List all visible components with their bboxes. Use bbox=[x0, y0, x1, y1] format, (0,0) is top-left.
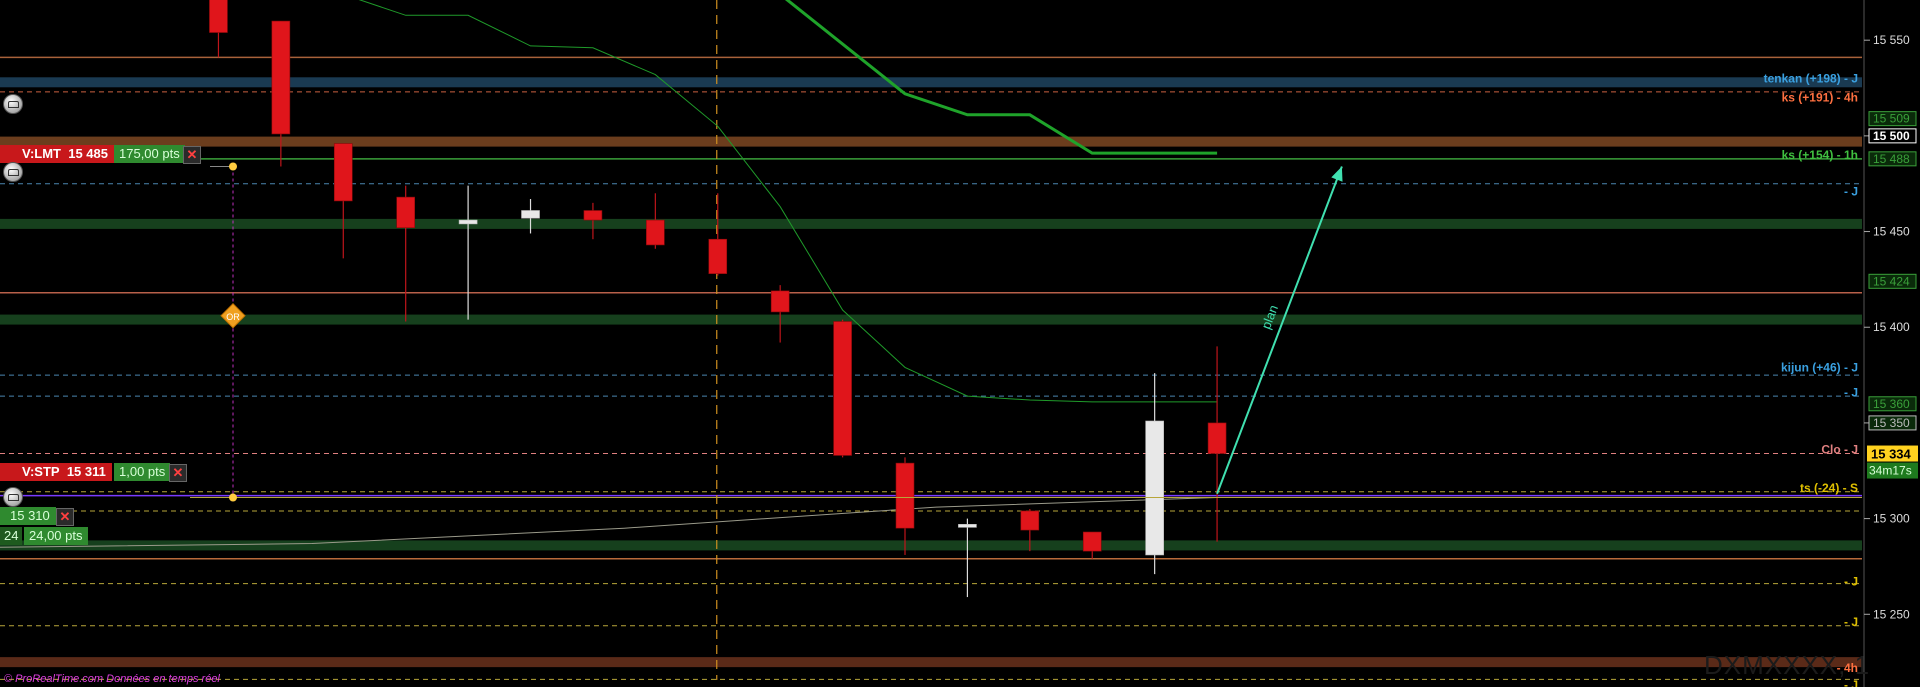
stop-order-points: 1,00 pts bbox=[114, 463, 171, 481]
level-label: tenkan (+198) - J bbox=[1764, 71, 1858, 85]
plan-arrow-label: plan bbox=[1258, 303, 1281, 331]
limit-order-tag[interactable]: V:LMT 15 485 bbox=[0, 145, 114, 163]
candle-body[interactable] bbox=[833, 321, 852, 456]
footer-copyright: © ProRealTime.com Données en temps réel bbox=[4, 673, 220, 685]
axis-price-box-label: 15 360 bbox=[1873, 397, 1910, 411]
limit-order-points: 175,00 pts bbox=[114, 145, 185, 163]
price-chart[interactable]: plan OR tenkan (+198) - J ks (+191) - 4h k… bbox=[0, 0, 1920, 687]
plan-arrow-head bbox=[1331, 166, 1343, 182]
right-labels: tenkan (+198) - J ks (+191) - 4h ks (+154)… bbox=[1764, 71, 1858, 687]
y-axis-tick-label: 15 450 bbox=[1873, 225, 1910, 239]
candle-body[interactable] bbox=[1082, 531, 1102, 552]
y-axis-tick-label: 15 300 bbox=[1873, 512, 1910, 526]
position-price[interactable]: 15 310 bbox=[0, 507, 56, 525]
candle-body[interactable] bbox=[770, 290, 790, 313]
or-marker-label: OR bbox=[226, 312, 240, 322]
stop-order-cancel-button[interactable]: ✕ bbox=[169, 464, 187, 482]
candle-body[interactable] bbox=[895, 462, 915, 529]
plan-arrow-line[interactable] bbox=[1216, 166, 1343, 495]
axis-price-box-label: 15 424 bbox=[1873, 274, 1910, 288]
axis-price-box-label: 15 488 bbox=[1873, 152, 1910, 166]
alert-bell-icon[interactable] bbox=[3, 94, 23, 114]
level-label: - J bbox=[1844, 385, 1858, 399]
candle-body[interactable] bbox=[209, 0, 228, 33]
stop-order-tag[interactable]: V:STP 15 311 bbox=[0, 463, 112, 481]
axis-price-box-label: 15 509 bbox=[1873, 112, 1910, 126]
level-label: ks (+154) - 1h bbox=[1782, 148, 1858, 162]
y-axis-tick-label: 15 550 bbox=[1873, 33, 1910, 47]
instrument-watermark: DXMXXXX, 1 bbox=[1704, 650, 1871, 680]
limit-order-anchor[interactable] bbox=[229, 162, 237, 171]
limit-order-price: 15 485 bbox=[68, 146, 108, 161]
level-label: ts (-24) - S bbox=[1800, 481, 1858, 495]
candle-body[interactable] bbox=[1145, 420, 1164, 556]
price-band bbox=[0, 218, 1862, 229]
candle-body[interactable] bbox=[1020, 510, 1040, 531]
position-points: 24,00 pts bbox=[24, 527, 88, 545]
candle-body[interactable] bbox=[271, 20, 291, 135]
candle-body[interactable] bbox=[521, 210, 540, 219]
horizontal-lines bbox=[0, 56, 1862, 680]
axis-price-box-label: 15 350 bbox=[1873, 416, 1910, 430]
candlesticks bbox=[209, 0, 1227, 598]
level-label: kijun (+46) - J bbox=[1781, 360, 1858, 374]
level-label: - J bbox=[1844, 615, 1858, 629]
alert-bell-icon[interactable] bbox=[3, 487, 23, 507]
horizontal-bands bbox=[0, 77, 1862, 668]
candle-body[interactable] bbox=[958, 524, 977, 528]
price-band bbox=[0, 657, 1862, 668]
price-band bbox=[0, 314, 1862, 325]
position-close-button[interactable]: ✕ bbox=[56, 508, 74, 526]
level-label: Clo - J bbox=[1821, 443, 1858, 457]
level-label: - J bbox=[1844, 575, 1858, 589]
price-axis: 15 550 15 500 15 450 15 400 15 350 15 300 15 2… bbox=[1863, 0, 1920, 687]
candle-body[interactable] bbox=[708, 238, 728, 274]
countdown-timer-label: 34m17s bbox=[1869, 464, 1912, 478]
y-axis-tick-label: 15 250 bbox=[1873, 607, 1910, 621]
stop-order-anchor[interactable] bbox=[229, 493, 237, 502]
position-quantity: 24 bbox=[0, 527, 23, 545]
stop-order-label: V:STP bbox=[22, 464, 60, 479]
price-band bbox=[0, 136, 1862, 147]
price-band bbox=[0, 540, 1862, 551]
order-lines: OR bbox=[190, 162, 1862, 502]
price-axis-background bbox=[1864, 0, 1920, 687]
candle-body[interactable] bbox=[646, 219, 665, 246]
y-axis-tick-label: 15 400 bbox=[1873, 320, 1910, 334]
current-price-label: 15 334 bbox=[1871, 447, 1912, 462]
level-label: - J bbox=[1844, 184, 1858, 198]
limit-order-label: V:LMT bbox=[22, 146, 61, 161]
stop-order-price: 15 311 bbox=[66, 464, 106, 479]
candle-body[interactable] bbox=[396, 196, 415, 229]
candle-body[interactable] bbox=[333, 143, 353, 202]
tenkan-line bbox=[784, 0, 1218, 155]
candle-body[interactable] bbox=[583, 210, 603, 221]
alert-bell-icon[interactable] bbox=[3, 162, 23, 182]
limit-order-cancel-button[interactable]: ✕ bbox=[183, 146, 201, 164]
level-label: ks (+191) - 4h bbox=[1782, 91, 1858, 105]
plan-arrow: plan bbox=[1216, 166, 1343, 495]
candle-body[interactable] bbox=[1207, 422, 1227, 454]
axis-price-box-label: 15 500 bbox=[1873, 129, 1910, 143]
candle-body[interactable] bbox=[458, 219, 478, 225]
